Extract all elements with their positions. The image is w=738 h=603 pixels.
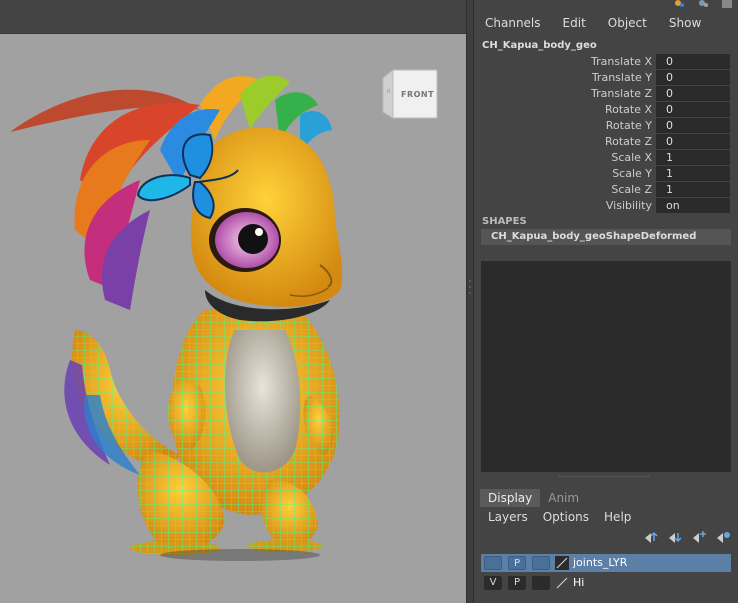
layer-editor-menubar: Layers Options Help xyxy=(478,508,636,526)
layer-row-hi[interactable]: V P Hi xyxy=(481,574,731,592)
attr-value-field[interactable]: 0 xyxy=(656,102,730,117)
layer-visibility-toggle[interactable] xyxy=(484,556,502,570)
attr-row-scale-z: Scale Z 1 xyxy=(474,182,738,198)
layer-display-type-toggle[interactable] xyxy=(532,556,550,570)
attr-value-field[interactable]: on xyxy=(656,198,730,213)
menu-options[interactable]: Options xyxy=(533,508,594,526)
attr-value-field[interactable]: 0 xyxy=(656,118,730,133)
viewport-toolbar xyxy=(0,0,466,34)
attr-label[interactable]: Translate X xyxy=(591,55,652,68)
layer-playback-toggle[interactable]: P xyxy=(508,556,526,570)
move-layer-up-icon[interactable] xyxy=(642,530,660,544)
layer-name[interactable]: Hi xyxy=(573,574,584,592)
menu-channels[interactable]: Channels xyxy=(474,14,552,32)
viewport-3d[interactable]: R FRONT xyxy=(0,0,466,603)
tool-icon-1 xyxy=(675,0,684,7)
menu-layers[interactable]: Layers xyxy=(478,508,533,526)
tail xyxy=(64,330,180,475)
selected-object-name[interactable]: CH_Kapua_body_geo xyxy=(482,40,597,51)
attr-value-field[interactable]: 1 xyxy=(656,182,730,197)
menu-show[interactable]: Show xyxy=(658,14,712,32)
attr-row-visibility: Visibility on xyxy=(474,198,738,214)
attr-value-field[interactable]: 1 xyxy=(656,166,730,181)
attr-row-rotate-y: Rotate Y 0 xyxy=(474,118,738,134)
new-layer-from-selected-icon[interactable] xyxy=(714,530,732,544)
attr-row-rotate-x: Rotate X 0 xyxy=(474,102,738,118)
character-model[interactable] xyxy=(0,40,466,603)
channel-box-top-icons[interactable] xyxy=(668,0,738,10)
attr-label[interactable]: Rotate Z xyxy=(605,135,652,148)
attr-label[interactable]: Rotate Y xyxy=(606,119,652,132)
attr-label[interactable]: Scale Y xyxy=(612,167,652,180)
shapes-section-header: SHAPES xyxy=(482,216,527,227)
attr-label[interactable]: Visibility xyxy=(606,199,652,212)
attr-value-field[interactable]: 0 xyxy=(656,86,730,101)
layer-visibility-toggle[interactable]: V xyxy=(484,576,502,590)
body xyxy=(130,310,340,561)
attr-row-scale-x: Scale X 1 xyxy=(474,150,738,166)
attr-value-field[interactable]: 0 xyxy=(656,70,730,85)
attr-value-field[interactable]: 0 xyxy=(656,54,730,69)
layer-toolbar xyxy=(642,530,732,546)
attr-label[interactable]: Rotate X xyxy=(605,103,652,116)
panel-splitter[interactable] xyxy=(466,0,474,603)
channel-box-empty-area xyxy=(481,261,731,472)
layer-playback-toggle[interactable]: P xyxy=(508,576,526,590)
tab-display[interactable]: Display xyxy=(480,489,541,507)
attr-row-rotate-z: Rotate Z 0 xyxy=(474,134,738,150)
menu-object[interactable]: Object xyxy=(597,14,658,32)
attr-label[interactable]: Translate Y xyxy=(592,71,652,84)
attr-label[interactable]: Translate Z xyxy=(591,87,652,100)
attr-row-scale-y: Scale Y 1 xyxy=(474,166,738,182)
layer-editor-tabs: Display Anim xyxy=(480,489,587,507)
channel-box: Channels Edit Object Show CH_Kapua_body_… xyxy=(474,0,738,486)
tab-anim[interactable]: Anim xyxy=(540,489,587,507)
panel-resize-handle[interactable] xyxy=(559,476,649,480)
attr-row-translate-y: Translate Y 0 xyxy=(474,70,738,86)
layer-color-swatch-icon[interactable] xyxy=(555,556,569,570)
shape-node-item[interactable]: CH_Kapua_body_geoShapeDeformed xyxy=(481,229,731,245)
move-layer-down-icon[interactable] xyxy=(666,530,684,544)
layer-editor: Display Anim Layers Options Help P joint… xyxy=(474,486,738,603)
layer-row-joints[interactable]: P joints_LYR xyxy=(481,554,731,572)
layer-display-type-toggle[interactable] xyxy=(532,576,550,590)
attr-label[interactable]: Scale Z xyxy=(611,183,652,196)
attr-value-field[interactable]: 0 xyxy=(656,134,730,149)
attr-row-translate-z: Translate Z 0 xyxy=(474,86,738,102)
layer-name[interactable]: joints_LYR xyxy=(573,554,627,572)
new-layer-icon[interactable] xyxy=(690,530,708,544)
tool-icon-3 xyxy=(722,0,732,8)
layer-color-swatch-icon[interactable] xyxy=(555,576,569,590)
head xyxy=(190,127,343,322)
attr-value-field[interactable]: 1 xyxy=(656,150,730,165)
channel-box-menubar: Channels Edit Object Show xyxy=(474,14,738,32)
attr-row-translate-x: Translate X 0 xyxy=(474,54,738,70)
attr-label[interactable]: Scale X xyxy=(611,151,652,164)
menu-edit[interactable]: Edit xyxy=(552,14,597,32)
tool-icon-2 xyxy=(699,0,708,7)
menu-help[interactable]: Help xyxy=(594,508,636,526)
